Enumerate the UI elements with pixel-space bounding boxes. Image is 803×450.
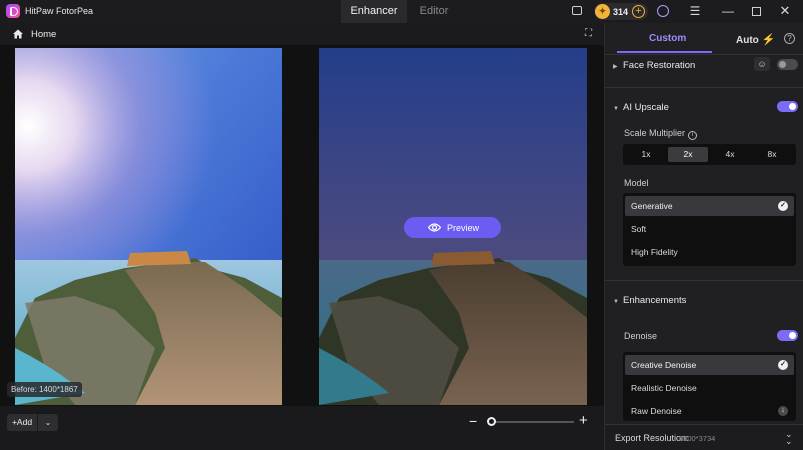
maximize-icon[interactable]	[752, 7, 761, 16]
scale-option-8x[interactable]: 8x	[752, 147, 792, 162]
export-resolution-label: Export Resolution:	[615, 433, 689, 443]
tab-custom-indicator	[617, 51, 712, 53]
denoise-option-label: Raw Denoise	[631, 406, 682, 416]
model-option-soft[interactable]: Soft	[625, 219, 794, 239]
tab-auto[interactable]: Auto ⚡	[736, 33, 775, 46]
title-bar: HitPaw FotorPea Enhancer Editor ✦ 314 + …	[0, 0, 803, 23]
info-icon[interactable]: i	[688, 131, 698, 140]
before-image	[15, 48, 282, 405]
crop-icon[interactable]: ⛶	[585, 28, 596, 39]
tab-auto-label: Auto	[736, 35, 759, 46]
denoise-list: Creative Denoise ✓ Realistic Denoise Raw…	[623, 352, 796, 421]
chevron-down-icon: ⌄	[44, 418, 52, 427]
enhancements-label: Enhancements	[623, 295, 687, 306]
scale-option-1x[interactable]: 1x	[626, 147, 666, 162]
app-logo-icon	[6, 4, 20, 18]
lightning-icon: ⚡	[761, 34, 776, 46]
denoise-option-realistic[interactable]: Realistic Denoise	[625, 378, 794, 398]
nav-bar: Home ⛶	[0, 23, 604, 45]
denoise-option-raw[interactable]: Raw Denoise ↓	[625, 401, 794, 421]
divider	[605, 280, 803, 281]
home-link[interactable]: Home	[31, 29, 56, 40]
home-icon[interactable]	[12, 28, 24, 40]
export-resolution-bar: Export Resolution: 2800*3734 ⌄ ⌄	[605, 424, 803, 450]
model-option-label: Generative	[631, 201, 673, 211]
model-option-generative[interactable]: Generative ✓	[625, 196, 794, 216]
divider	[605, 87, 803, 88]
tab-enhancer[interactable]: Enhancer	[341, 0, 407, 23]
zoom-in-button[interactable]: +	[579, 413, 588, 428]
expand-icon: ▶	[613, 64, 618, 70]
enhancements-header[interactable]: ▼ Enhancements	[613, 295, 686, 306]
denoise-label: Denoise	[624, 331, 658, 341]
scale-multiplier-label: Scale Multiplier i	[624, 128, 698, 140]
bottom-toolbar: +Add ⌄ − +	[0, 406, 604, 450]
ai-upscale-toggle[interactable]	[777, 101, 798, 112]
scale-option-4x[interactable]: 4x	[710, 147, 750, 162]
scale-multiplier-text: Scale Multiplier	[624, 128, 686, 138]
add-dropdown-button[interactable]: ⌄	[38, 414, 58, 431]
before-size-label: Before: 1400*1867	[7, 382, 82, 397]
add-label: Add	[16, 417, 33, 427]
user-icon[interactable]	[657, 5, 669, 17]
collapse-icon: ▼	[613, 299, 619, 305]
tab-editor[interactable]: Editor	[408, 0, 460, 23]
face-restoration-label: Face Restoration	[623, 60, 696, 71]
coin-icon: ✦	[595, 4, 610, 19]
zoom-slider-track[interactable]	[494, 421, 574, 423]
zoom-out-button[interactable]: −	[469, 414, 477, 428]
divider	[605, 54, 803, 55]
model-list: Generative ✓ Soft High Fidelity	[623, 193, 796, 266]
scale-multiplier-selector: 1x 2x 4x 8x	[623, 144, 796, 165]
face-restoration-header[interactable]: ▶ Face Restoration	[613, 60, 695, 71]
scale-option-2x[interactable]: 2x	[668, 147, 708, 162]
preview-button[interactable]: Preview	[404, 217, 501, 238]
ai-upscale-label: AI Upscale	[623, 102, 669, 113]
export-resolution-value: 2800*3734	[679, 434, 716, 443]
coin-count: 314	[613, 7, 629, 17]
chevron-down-icon[interactable]: ⌄ ⌄	[785, 430, 793, 446]
ai-upscale-header[interactable]: ▼ AI Upscale	[613, 102, 669, 113]
tab-custom[interactable]: Custom	[649, 33, 686, 44]
add-button[interactable]: +Add	[7, 414, 37, 431]
check-icon: ✓	[778, 360, 788, 370]
preview-label: Preview	[447, 223, 480, 233]
collapse-icon: ▼	[613, 106, 619, 112]
model-label: Model	[624, 178, 649, 188]
app-name: HitPaw FotorPea	[25, 6, 94, 16]
help-icon[interactable]: ?	[784, 33, 795, 44]
menu-icon[interactable]: ☰	[689, 5, 701, 17]
image-canvas: Preview Before: 1400*1867	[0, 45, 604, 406]
minimize-icon[interactable]: —	[722, 5, 734, 17]
face-restoration-toggle[interactable]	[777, 59, 798, 70]
arrow-down-icon: ↓	[778, 406, 788, 416]
add-coins-button[interactable]: +	[632, 5, 645, 18]
coin-balance[interactable]: ✦ 314 +	[594, 3, 648, 20]
check-icon: ✓	[778, 201, 788, 211]
denoise-option-creative[interactable]: Creative Denoise ✓	[625, 355, 794, 375]
settings-panel: Custom Auto ⚡ ? ▶ Face Restoration ☺ ▼ AI …	[604, 23, 803, 450]
message-icon[interactable]	[572, 6, 582, 15]
face-icon[interactable]: ☺	[754, 57, 770, 71]
denoise-toggle[interactable]	[777, 330, 798, 341]
denoise-option-label: Creative Denoise	[631, 360, 697, 370]
model-option-high-fidelity[interactable]: High Fidelity	[625, 242, 794, 262]
eye-icon	[428, 223, 441, 232]
close-icon[interactable]: ✕	[779, 4, 791, 17]
zoom-slider-handle[interactable]	[487, 417, 496, 426]
